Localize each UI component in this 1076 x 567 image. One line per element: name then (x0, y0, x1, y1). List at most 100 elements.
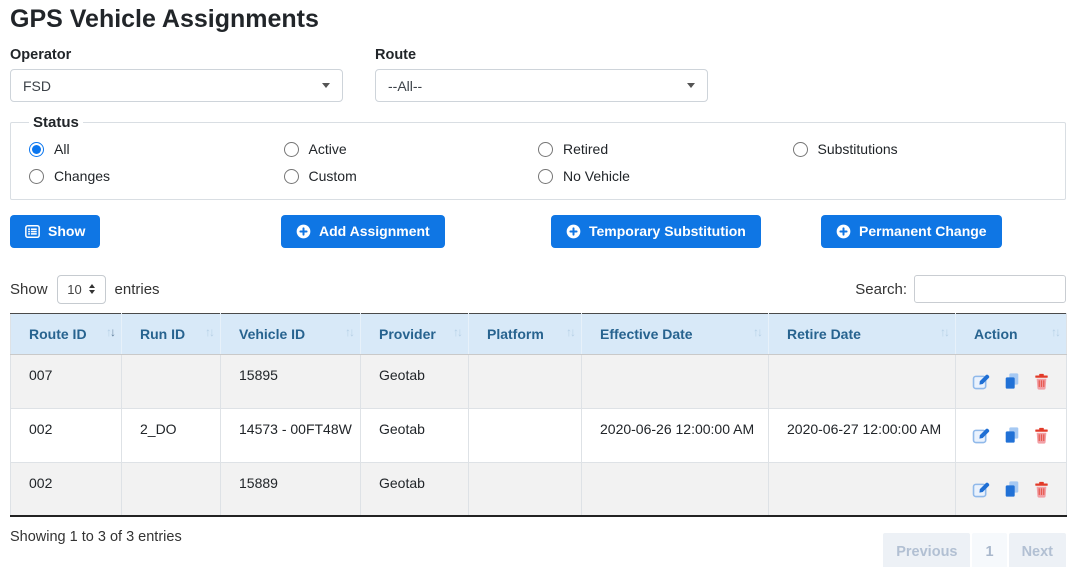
status-radio-input-substitutions[interactable] (793, 142, 808, 157)
caret-down-icon (687, 83, 695, 88)
column-header-action[interactable]: Action ↑↓ (956, 313, 1067, 354)
column-header-effective-date[interactable]: Effective Date ↑↓ (582, 313, 769, 354)
status-radio-custom[interactable]: Custom (284, 168, 539, 184)
operator-select-value: FSD (23, 78, 51, 94)
sort-arrows-icon: ↑↓ (106, 325, 114, 339)
status-radio-label: Changes (54, 168, 110, 184)
column-header-label: Action (974, 326, 1018, 342)
copy-icon (1003, 426, 1021, 444)
sort-arrows-icon: ↑↓ (940, 325, 948, 339)
entries-info: Showing 1 to 3 of 3 entries (10, 527, 182, 545)
column-header-label: Effective Date (600, 326, 693, 342)
table-header-row: Route ID↑↓Run ID↑↓Vehicle ID↑↓Provider↑↓… (11, 313, 1067, 354)
status-radio-input-custom[interactable] (284, 169, 299, 184)
delete-button[interactable] (1033, 481, 1050, 498)
status-radio-retired[interactable]: Retired (538, 141, 793, 157)
status-radio-input-active[interactable] (284, 142, 299, 157)
status-options: All Active Retired Substitutions Changes Cust… (29, 141, 1047, 184)
show-button[interactable]: Show (10, 215, 100, 248)
trash-icon (1033, 481, 1050, 498)
cell-provider: Geotab (361, 462, 469, 516)
previous-page-button[interactable]: Previous (883, 533, 970, 567)
search-label: Search: (855, 281, 907, 298)
edit-icon (972, 426, 991, 445)
status-radio-active[interactable]: Active (284, 141, 539, 157)
table-controls: Show 10 entries Search: (10, 275, 1066, 304)
permanent-change-label: Permanent Change (859, 223, 987, 240)
status-radio-label: Substitutions (818, 141, 898, 157)
status-radio-input-retired[interactable] (538, 142, 553, 157)
copy-button[interactable] (1003, 426, 1021, 444)
column-header-label: Vehicle ID (239, 326, 305, 342)
edit-button[interactable] (972, 426, 991, 445)
add-assignment-button[interactable]: Add Assignment (281, 215, 445, 248)
status-radio-input-changes[interactable] (29, 169, 44, 184)
cell-effective-date: 2020-06-26 12:00:00 AM (582, 408, 769, 462)
status-radio-all[interactable]: All (29, 141, 284, 157)
route-filter: Route --All-- (375, 47, 708, 102)
copy-icon (1003, 480, 1021, 498)
cell-effective-date (582, 354, 769, 408)
operator-select[interactable]: FSD (10, 69, 343, 102)
sort-arrows-icon: ↑↓ (345, 325, 353, 339)
cell-platform (469, 408, 582, 462)
column-header-platform[interactable]: Platform↑↓ (469, 313, 582, 354)
status-radio-label: Retired (563, 141, 608, 157)
column-header-label: Run ID (140, 326, 185, 342)
add-assignment-label: Add Assignment (319, 223, 430, 240)
cell-run-id (122, 354, 221, 408)
entries-length-select[interactable]: 10 (57, 275, 106, 304)
status-radio-input-all[interactable] (29, 142, 44, 157)
column-header-label: Provider (379, 326, 436, 342)
status-radio-label: All (54, 141, 70, 157)
cell-vehicle-id: 15895 (221, 354, 361, 408)
cell-platform (469, 462, 582, 516)
table-body: 00715895Geotab0022_DO14573 - 00FT48WGeot… (11, 354, 1067, 516)
cell-vehicle-id: 14573 - 00FT48W (221, 408, 361, 462)
delete-button[interactable] (1033, 373, 1050, 390)
length-label-before: Show (10, 281, 48, 298)
temporary-substitution-button[interactable]: Temporary Substitution (551, 215, 761, 248)
length-label-after: entries (115, 281, 160, 298)
status-radio-no-vehicle[interactable]: No Vehicle (538, 168, 793, 184)
column-header-vehicle-id[interactable]: Vehicle ID ↑↓ (221, 313, 361, 354)
cell-retire-date: 2020-06-27 12:00:00 AM (769, 408, 956, 462)
column-header-label: Platform (487, 326, 544, 342)
cell-platform (469, 354, 582, 408)
page-1-button[interactable]: 1 (972, 533, 1006, 567)
permanent-change-button[interactable]: Permanent Change (821, 215, 1002, 248)
copy-button[interactable] (1003, 480, 1021, 498)
copy-icon (1003, 372, 1021, 390)
sort-arrows-icon: ↑↓ (1051, 325, 1059, 339)
cell-vehicle-id: 15889 (221, 462, 361, 516)
column-header-route-id[interactable]: Route ID↑↓ (11, 313, 122, 354)
edit-button[interactable] (972, 372, 991, 391)
column-header-retire-date[interactable]: Retire Date ↑↓ (769, 313, 956, 354)
show-button-label: Show (48, 223, 85, 240)
delete-button[interactable] (1033, 427, 1050, 444)
sort-arrows-icon: ↑↓ (753, 325, 761, 339)
route-select[interactable]: --All-- (375, 69, 708, 102)
status-radio-label: Custom (309, 168, 357, 184)
edit-button[interactable] (972, 480, 991, 499)
status-radio-label: No Vehicle (563, 168, 630, 184)
cell-action (956, 462, 1067, 516)
search-input[interactable] (914, 275, 1066, 303)
cell-effective-date (582, 462, 769, 516)
status-radio-input-no-vehicle[interactable] (538, 169, 553, 184)
cell-run-id (122, 462, 221, 516)
next-page-button[interactable]: Next (1009, 533, 1066, 567)
column-header-provider[interactable]: Provider↑↓ (361, 313, 469, 354)
column-header-label: Retire Date (787, 326, 861, 342)
plus-circle-icon (296, 224, 311, 239)
column-header-run-id[interactable]: Run ID ↑↓ (122, 313, 221, 354)
route-select-value: --All-- (388, 78, 422, 94)
temporary-substitution-label: Temporary Substitution (589, 223, 746, 240)
status-radio-changes[interactable]: Changes (29, 168, 284, 184)
copy-button[interactable] (1003, 372, 1021, 390)
sort-arrows-icon: ↑↓ (205, 325, 213, 339)
trash-icon (1033, 427, 1050, 444)
cell-provider: Geotab (361, 354, 469, 408)
status-radio-label: Active (309, 141, 347, 157)
status-radio-substitutions[interactable]: Substitutions (793, 141, 1048, 157)
